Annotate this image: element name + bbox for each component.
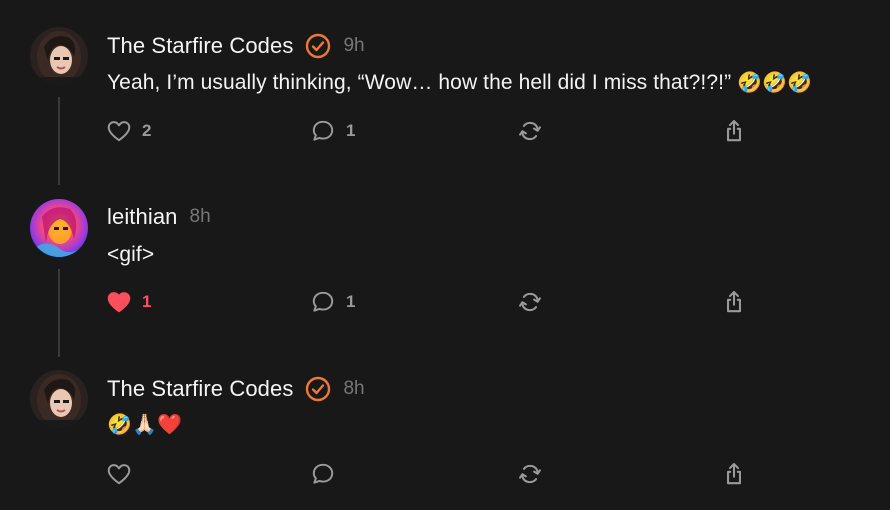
reply-count: 1: [346, 292, 356, 311]
like-button[interactable]: 1: [106, 287, 151, 317]
repost-button[interactable]: [517, 287, 543, 317]
reply-button[interactable]: [310, 459, 336, 489]
post-emojis: 🤣🤣🤣: [737, 70, 813, 94]
repost-icon: [517, 118, 543, 144]
username[interactable]: The Starfire Codes: [107, 33, 293, 59]
post-header: leithian 8h: [107, 202, 211, 232]
timestamp[interactable]: 9h: [343, 35, 364, 57]
heart-filled-icon: [106, 289, 132, 315]
heart-icon: [106, 461, 132, 487]
share-button[interactable]: [721, 459, 747, 489]
share-icon: [721, 289, 747, 315]
share-button[interactable]: [721, 116, 747, 146]
avatar[interactable]: [30, 27, 88, 85]
reply-bubble-icon: [310, 289, 336, 315]
username[interactable]: The Starfire Codes: [107, 376, 293, 402]
like-button[interactable]: 2: [106, 116, 151, 146]
post-header: The Starfire Codes 9h: [107, 31, 365, 61]
reply-button[interactable]: 1: [310, 116, 355, 146]
repost-button[interactable]: [517, 116, 543, 146]
username[interactable]: leithian: [107, 204, 178, 230]
post-text: <gif>: [107, 243, 154, 267]
avatar[interactable]: [30, 370, 88, 428]
timestamp[interactable]: 8h: [190, 206, 211, 228]
share-button[interactable]: [721, 287, 747, 317]
post-actions: 2 1: [0, 116, 890, 146]
repost-icon: [517, 461, 543, 487]
reply-button[interactable]: 1: [310, 287, 355, 317]
timestamp[interactable]: 8h: [343, 378, 364, 400]
post-text-content: Yeah, I’m usually thinking, “Wow… how th…: [107, 71, 732, 94]
reply-bubble-icon: [310, 461, 336, 487]
share-icon: [721, 461, 747, 487]
post-text: Yeah, I’m usually thinking, “Wow… how th…: [107, 70, 812, 95]
post-emojis: 🤣🙏🏻❤️: [107, 412, 183, 436]
verified-badge-icon: [305, 33, 331, 59]
post-actions: 1 1: [0, 287, 890, 317]
post-actions: [0, 459, 890, 489]
like-count: 1: [142, 292, 152, 311]
reply-bubble-icon: [310, 118, 336, 144]
like-count: 2: [142, 121, 152, 140]
repost-button[interactable]: [517, 459, 543, 489]
like-button[interactable]: [106, 459, 132, 489]
verified-badge-icon: [305, 376, 331, 402]
post-text: 🤣🙏🏻❤️: [107, 412, 182, 437]
gif-placeholder[interactable]: <gif>: [107, 243, 154, 266]
post-header: The Starfire Codes 8h: [107, 374, 365, 404]
avatar[interactable]: [30, 199, 88, 257]
repost-icon: [517, 289, 543, 315]
heart-icon: [106, 118, 132, 144]
share-icon: [721, 118, 747, 144]
reply-count: 1: [346, 121, 356, 140]
